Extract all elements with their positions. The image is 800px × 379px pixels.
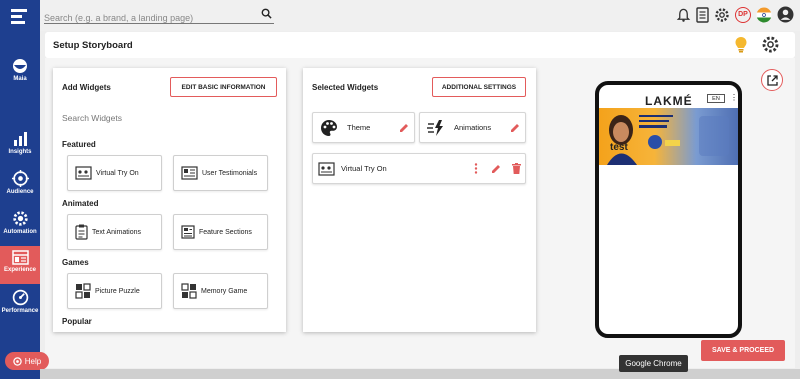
taskbar-tooltip: Google Chrome: [619, 355, 688, 372]
palette-icon: [321, 119, 337, 136]
target-icon: [11, 170, 29, 187]
widget-memory-game[interactable]: Memory Game: [173, 273, 268, 309]
widget-label: Virtual Try On: [96, 169, 139, 177]
mobile-preview: LAKMÉ EN ⋮ test: [595, 81, 742, 338]
sidebar-item-label: Performance: [1, 308, 39, 314]
help-icon: [13, 356, 22, 366]
widget-label: User Testimonials: [202, 169, 258, 177]
top-bar: DP: [40, 0, 800, 31]
edit-basic-information-button[interactable]: EDIT BASIC INFORMATION: [170, 77, 277, 97]
widget-feature-sections[interactable]: Feature Sections: [173, 214, 268, 250]
save-and-proceed-button[interactable]: SAVE & PROCEED: [701, 340, 785, 361]
add-widgets-panel: Add Widgets EDIT BASIC INFORMATION Featu…: [53, 68, 286, 332]
sidebar-item-insights[interactable]: Insights: [0, 131, 40, 155]
bar-chart-icon: [14, 132, 27, 146]
preview-language-select[interactable]: EN: [707, 94, 725, 103]
gauge-icon: [12, 289, 28, 306]
sidebar-item-label: Insights: [8, 149, 32, 155]
bell-icon[interactable]: [676, 7, 691, 23]
virtual-try-on-icon: [75, 166, 92, 180]
sidebar-item-performance[interactable]: Performance: [0, 289, 40, 314]
delete-trash-icon[interactable]: [512, 163, 521, 174]
widget-user-testimonials[interactable]: User Testimonials: [173, 155, 268, 191]
widget-virtual-try-on[interactable]: Virtual Try On: [67, 155, 162, 191]
selected-widget-animations[interactable]: Animations: [419, 112, 526, 143]
search-icon[interactable]: [261, 8, 272, 19]
selected-widget-label: Virtual Try On: [341, 164, 387, 173]
sidebar-item-label: Automation: [3, 229, 37, 235]
preview-brand-logo: LAKMÉ: [645, 94, 693, 108]
animation-icon: [427, 119, 443, 136]
selected-widget-label: Theme: [347, 123, 371, 132]
top-icons: DP: [676, 6, 794, 23]
more-options-icon[interactable]: [474, 163, 478, 174]
additional-settings-button[interactable]: ADDITIONAL SETTINGS: [432, 77, 526, 97]
widget-search-input[interactable]: [62, 113, 276, 123]
widget-picture-puzzle[interactable]: Picture Puzzle: [67, 273, 162, 309]
sidebar-item-audience[interactable]: Audience: [0, 170, 40, 195]
sidebar-item-experience[interactable]: Experience: [0, 246, 40, 284]
edit-pencil-icon[interactable]: [399, 123, 409, 133]
add-widgets-title: Add Widgets: [62, 83, 111, 92]
virtual-try-on-icon: [318, 161, 335, 176]
document-icon[interactable]: [696, 6, 709, 23]
sidebar-item-label: Audience: [6, 189, 34, 195]
app-logo-icon[interactable]: [9, 7, 31, 25]
sidebar: Maia Insights Audience Automation Experi…: [0, 0, 40, 379]
page-header: Setup Storyboard: [45, 32, 795, 58]
preview-banner: test: [599, 108, 738, 165]
global-search-input[interactable]: [44, 13, 244, 23]
user-testimonials-icon: [181, 166, 198, 180]
help-button[interactable]: Help: [5, 352, 49, 370]
selected-widget-virtual-try-on[interactable]: Virtual Try On: [312, 153, 526, 184]
sidebar-item-label: Experience: [3, 267, 37, 273]
sidebar-item-automation[interactable]: Automation: [0, 210, 40, 235]
widget-label: Feature Sections: [199, 228, 252, 236]
edit-pencil-icon[interactable]: [510, 123, 520, 133]
storyboard-settings-icon[interactable]: [761, 35, 780, 54]
widget-label: Memory Game: [201, 287, 248, 295]
preview-language-value: EN: [712, 95, 720, 102]
widget-text-animations[interactable]: Text Animations: [67, 214, 162, 250]
feature-sections-icon: [181, 225, 195, 239]
picture-puzzle-icon: [75, 283, 91, 299]
global-search: [44, 8, 274, 24]
sidebar-item-label: Maia: [13, 76, 27, 82]
memory-game-icon: [181, 283, 197, 299]
preview-menu-icon[interactable]: ⋮: [730, 93, 738, 102]
selected-widgets-title: Selected Widgets: [312, 83, 379, 92]
open-preview-button[interactable]: [761, 69, 783, 91]
text-animations-icon: [75, 224, 88, 240]
section-heading: Popular: [62, 317, 92, 326]
account-avatar-icon[interactable]: [777, 6, 794, 23]
widget-label: Text Animations: [92, 228, 142, 236]
section-heading: Animated: [62, 199, 99, 208]
widget-label: Picture Puzzle: [95, 287, 140, 295]
help-label: Help: [24, 356, 42, 366]
selected-widget-theme[interactable]: Theme: [312, 112, 415, 143]
settings-gear-icon[interactable]: [714, 7, 730, 23]
widget-search: [62, 108, 276, 123]
banner-model-image: [607, 115, 729, 165]
india-flag-icon[interactable]: [756, 7, 772, 23]
selected-widget-label: Animations: [454, 123, 492, 132]
lightbulb-icon[interactable]: [734, 36, 748, 54]
page-title: Setup Storyboard: [53, 40, 133, 51]
section-heading: Games: [62, 258, 89, 267]
edit-pencil-icon[interactable]: [491, 164, 501, 174]
sidebar-item-maia[interactable]: Maia: [0, 58, 40, 82]
layout-icon: [11, 250, 29, 265]
open-external-icon: [766, 74, 778, 86]
cog-icon: [12, 211, 28, 226]
banner-text: test: [610, 142, 628, 153]
section-heading: Featured: [62, 140, 96, 149]
maia-icon: [13, 59, 27, 73]
selected-widgets-panel: Selected Widgets ADDITIONAL SETTINGS The…: [303, 68, 536, 332]
user-initials-badge[interactable]: DP: [735, 6, 751, 23]
